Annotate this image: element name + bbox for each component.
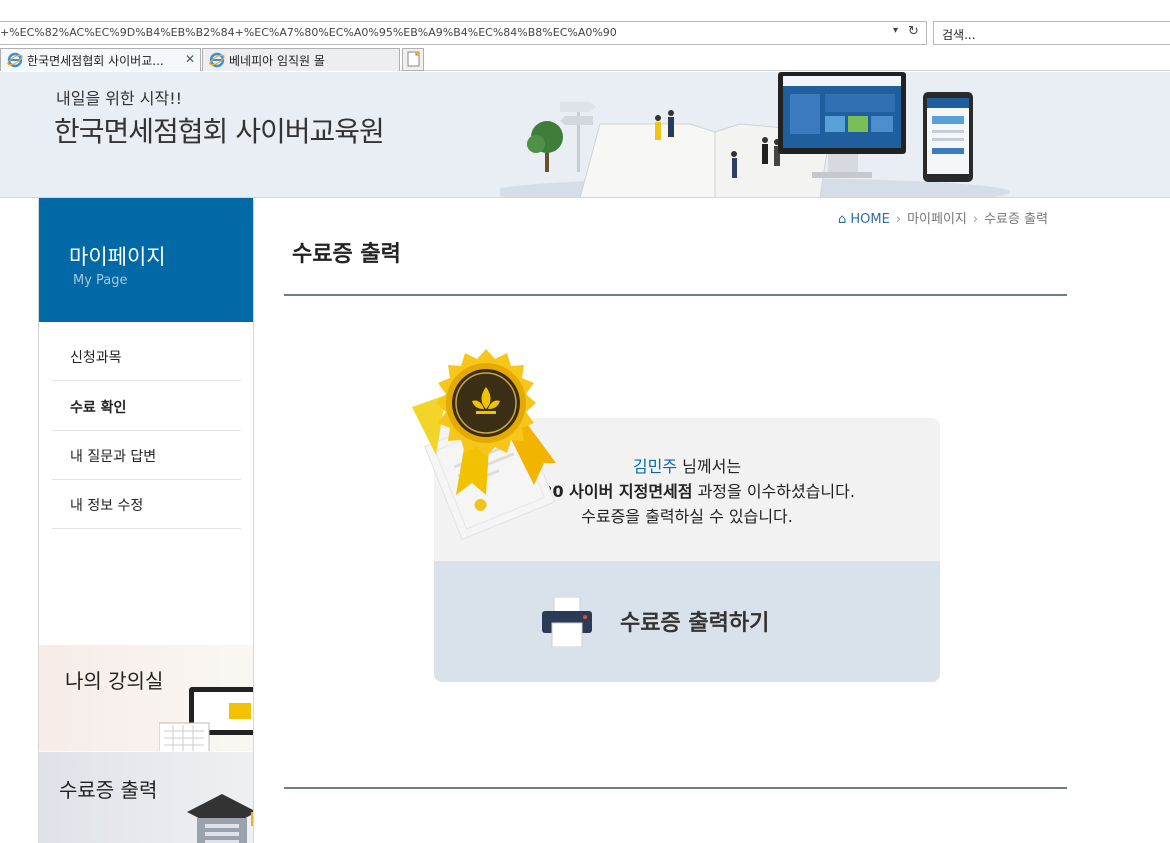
banner-subtitle: 내일을 위한 시작!!	[56, 89, 183, 108]
close-icon[interactable]: ✕	[185, 52, 195, 66]
new-tab-icon	[407, 51, 420, 67]
sidebar-item-label: 신청과목	[70, 350, 122, 366]
tab-strip: 한국면세점협회 사이버교... ✕ 베네피아 임직원 몰	[0, 48, 1170, 71]
print-certificate-button[interactable]: 수료증 출력하기	[434, 561, 940, 682]
tab-cyber-edu[interactable]: 한국면세점협회 사이버교... ✕	[0, 48, 201, 71]
tab-label: 베네피아 임직원 몰	[229, 54, 325, 68]
dropdown-icon[interactable]: ▾	[893, 25, 898, 36]
sidebar-item-completion-check[interactable]: 수료 확인	[52, 381, 241, 431]
breadcrumb-mypage[interactable]: 마이페이지	[907, 212, 967, 227]
sidebar-item-label: 내 정보 수정	[70, 498, 144, 514]
message-suffix-1: 님께서는	[677, 457, 742, 476]
sidebar-item-label: 수료 확인	[70, 400, 127, 416]
student-name: 김민주	[632, 457, 678, 476]
print-button-label: 수료증 출력하기	[620, 611, 770, 636]
sidebar-item-applied-courses[interactable]: 신청과목	[52, 331, 241, 381]
sidebar-item-edit-info[interactable]: 내 정보 수정	[52, 479, 241, 529]
address-url[interactable]: +%EC%82%AC%EC%9D%B4%EB%B2%84+%EC%A7%80%E…	[0, 26, 617, 39]
new-tab-button[interactable]	[402, 48, 424, 71]
certificate-medal-icon	[412, 349, 556, 541]
my-classroom-card[interactable]: 나의 강의실	[39, 645, 253, 751]
message-suffix-2: 과정을 이수하셨습니다.	[692, 482, 855, 501]
sidebar-item-my-qna[interactable]: 내 질문과 답변	[52, 430, 241, 480]
sidebar-item-label: 내 질문과 답변	[70, 449, 157, 465]
browser-chrome: +%EC%82%AC%EC%9D%B4%EB%B2%84+%EC%A7%80%E…	[0, 0, 1170, 72]
certificate-print-card[interactable]: 수료증 출력	[39, 752, 253, 843]
chevron-right-icon: ›	[895, 212, 902, 227]
tab-benepia[interactable]: 베네피아 임직원 몰	[202, 48, 400, 71]
sidebar: 마이페이지 My Page 신청과목 수료 확인 내 질문과 답변 내 정보 수…	[38, 198, 254, 843]
home-icon[interactable]: ⌂	[838, 212, 846, 227]
printer-icon	[542, 597, 592, 647]
sidebar-title: 마이페이지	[69, 245, 166, 269]
sidebar-subtitle: My Page	[73, 273, 128, 288]
ie-icon	[209, 52, 225, 68]
search-placeholder: 검색...	[942, 28, 976, 42]
divider	[284, 294, 1067, 296]
address-bar[interactable]: +%EC%82%AC%EC%9D%B4%EB%B2%84+%EC%A7%80%E…	[0, 21, 927, 45]
refresh-icon[interactable]: ↻	[908, 24, 919, 39]
ie-icon	[7, 52, 23, 68]
card-label: 나의 강의실	[65, 669, 164, 693]
breadcrumb-home[interactable]: HOME	[850, 212, 889, 227]
chevron-right-icon: ›	[972, 212, 979, 227]
monitor-calendar-icon	[159, 687, 253, 751]
card-label: 수료증 출력	[59, 778, 158, 802]
banner-illustration	[500, 72, 1010, 197]
divider	[284, 787, 1067, 789]
banner-title[interactable]: 한국면세점협회 사이버교육원	[54, 110, 385, 150]
breadcrumb-current: 수료증 출력	[984, 212, 1049, 227]
tab-label: 한국면세점협회 사이버교...	[27, 54, 164, 68]
page-title: 수료증 출력	[292, 242, 401, 267]
site-banner: 내일을 위한 시작!! 한국면세점협회 사이버교육원	[0, 72, 1170, 198]
sidebar-header: 마이페이지 My Page	[39, 198, 253, 322]
graduation-cap-icon	[187, 794, 253, 843]
search-input[interactable]: 검색...	[933, 21, 1170, 45]
breadcrumb: ⌂ HOME › 마이페이지 › 수료증 출력	[838, 208, 1048, 227]
